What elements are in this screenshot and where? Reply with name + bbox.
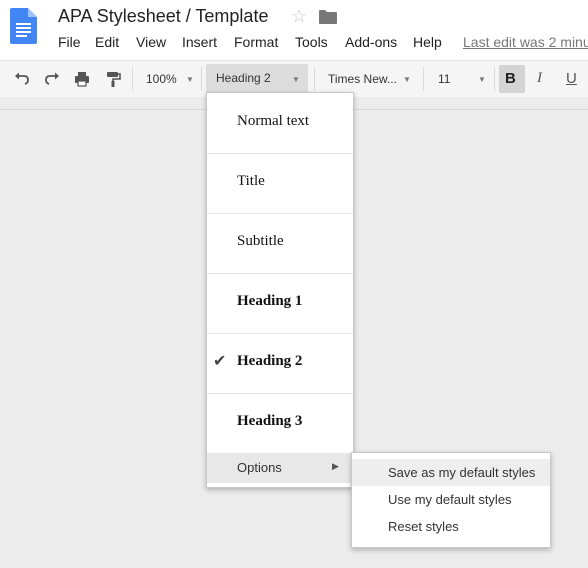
options-submenu: Save as my default styles Use my default… — [351, 452, 551, 548]
document-title[interactable]: APA Stylesheet / Template — [58, 6, 268, 27]
menu-insert[interactable]: Insert — [182, 34, 217, 50]
underline-button[interactable]: U — [566, 70, 577, 87]
style-item-label: Heading 2 — [237, 353, 303, 369]
zoom-select[interactable]: 100% — [146, 68, 177, 90]
italic-button[interactable]: I — [537, 70, 542, 87]
toolbar-separator — [201, 67, 202, 91]
style-item-label: Normal text — [237, 113, 310, 129]
checkmark-icon: ✔ — [213, 353, 227, 370]
folder-icon[interactable] — [319, 10, 337, 24]
paragraph-styles-menu: Normal text Title Subtitle Heading 1 ✔ H… — [206, 92, 354, 488]
submenu-item-label: Reset styles — [388, 519, 459, 534]
style-item-title[interactable]: Title — [207, 153, 353, 214]
toolbar-separator — [494, 67, 495, 91]
style-item-heading-1[interactable]: Heading 1 — [207, 273, 353, 334]
toolbar-separator — [423, 67, 424, 91]
star-icon[interactable]: ☆ — [291, 6, 307, 27]
menu-addons[interactable]: Add-ons — [345, 34, 397, 50]
chevron-down-icon: ▼ — [292, 75, 300, 84]
paint-format-icon[interactable] — [103, 69, 123, 89]
font-select[interactable]: Times New... — [328, 68, 397, 90]
style-item-heading-3[interactable]: Heading 3 — [207, 393, 353, 453]
style-item-label: Subtitle — [237, 233, 284, 249]
menu-format[interactable]: Format — [234, 34, 278, 50]
use-default-styles-item[interactable]: Use my default styles — [352, 486, 550, 513]
style-item-label: Title — [237, 173, 265, 189]
menu-edit[interactable]: Edit — [95, 34, 119, 50]
menu-help[interactable]: Help — [413, 34, 442, 50]
undo-icon[interactable] — [12, 69, 32, 89]
bold-button[interactable]: B — [499, 65, 525, 93]
chevron-down-icon: ▼ — [403, 75, 411, 84]
save-default-styles-item[interactable]: Save as my default styles — [352, 459, 550, 486]
print-icon[interactable] — [72, 69, 92, 89]
submenu-arrow-icon: ▶ — [332, 461, 339, 471]
chevron-down-icon: ▼ — [478, 75, 486, 84]
google-docs-icon[interactable] — [10, 8, 37, 44]
redo-icon[interactable] — [42, 69, 62, 89]
submenu-item-label: Use my default styles — [388, 492, 512, 507]
menu-tools[interactable]: Tools — [295, 34, 328, 50]
bold-icon: B — [505, 70, 516, 87]
style-item-label: Heading 3 — [237, 413, 303, 429]
toolbar-separator — [132, 67, 133, 91]
paragraph-style-select[interactable]: Heading 2 ▼ — [206, 64, 308, 94]
reset-styles-item[interactable]: Reset styles — [352, 513, 550, 540]
last-edit-link[interactable]: Last edit was 2 minu — [463, 34, 588, 50]
styles-options-item[interactable]: Options ▶ — [207, 453, 353, 483]
menu-file[interactable]: File — [58, 34, 81, 50]
style-item-heading-2[interactable]: ✔ Heading 2 — [207, 333, 353, 394]
app-header: APA Stylesheet / Template ☆ File Edit Vi… — [0, 0, 588, 60]
options-label: Options — [237, 460, 282, 475]
style-item-label: Heading 1 — [237, 293, 303, 309]
font-size-select[interactable]: 11 — [438, 68, 450, 90]
toolbar-separator — [314, 67, 315, 91]
menu-view[interactable]: View — [136, 34, 166, 50]
style-item-subtitle[interactable]: Subtitle — [207, 213, 353, 274]
submenu-item-label: Save as my default styles — [388, 465, 536, 480]
style-item-normal-text[interactable]: Normal text — [207, 93, 353, 154]
chevron-down-icon: ▼ — [186, 75, 194, 84]
paragraph-style-value: Heading 2 — [216, 71, 271, 85]
